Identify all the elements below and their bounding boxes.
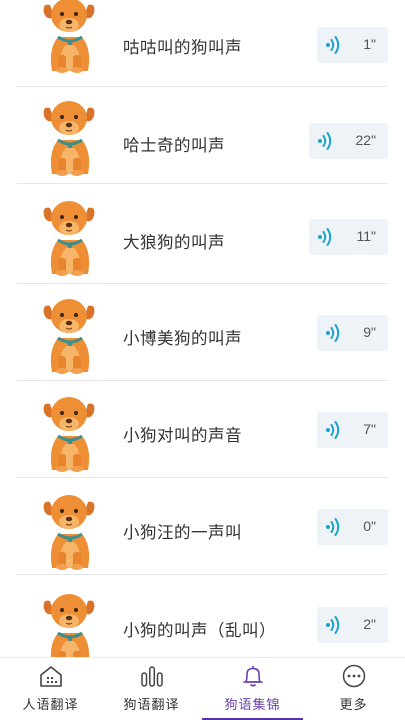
list-item[interactable]: 小博美狗的叫声 9" bbox=[0, 284, 405, 381]
play-sound-button[interactable]: 2" bbox=[317, 607, 388, 643]
tab-label: 更多 bbox=[339, 698, 368, 713]
divider bbox=[17, 183, 388, 184]
sound-title: 咕咕叫的狗叫声 bbox=[123, 38, 242, 57]
sound-wave-icon bbox=[324, 615, 344, 635]
list-item[interactable]: 小狗汪的一声叫 0" bbox=[0, 478, 405, 575]
dog-thumbnail bbox=[38, 96, 100, 176]
list-item[interactable]: 大狼狗的叫声 11" bbox=[0, 187, 405, 284]
sound-duration: 7" bbox=[363, 421, 376, 437]
tab-human-translate[interactable]: 人语翻译 bbox=[0, 658, 101, 720]
list-item[interactable]: 小狗的叫声（乱叫） 2" bbox=[0, 575, 405, 657]
play-sound-button[interactable]: 1" bbox=[317, 27, 388, 63]
play-sound-button[interactable]: 11" bbox=[309, 219, 388, 255]
sound-title: 哈士奇的叫声 bbox=[123, 136, 225, 155]
dog-thumbnail bbox=[38, 294, 100, 374]
play-sound-button[interactable]: 22" bbox=[309, 123, 388, 159]
sound-title: 小狗的叫声（乱叫） bbox=[123, 621, 276, 640]
sound-duration: 0" bbox=[363, 518, 376, 534]
tab-label: 狗语集锦 bbox=[224, 698, 281, 713]
sound-title: 大狼狗的叫声 bbox=[123, 233, 225, 252]
sound-wave-icon bbox=[316, 227, 336, 247]
sound-wave-icon bbox=[324, 420, 344, 440]
sound-duration: 1" bbox=[363, 36, 376, 52]
sound-wave-icon bbox=[324, 517, 344, 537]
sound-wave-icon bbox=[324, 323, 344, 343]
tab-dog-translate[interactable]: 狗语翻译 bbox=[101, 658, 202, 720]
list-item[interactable]: 哈士奇的叫声 22" bbox=[0, 87, 405, 184]
tab-label: 狗语翻译 bbox=[123, 698, 180, 713]
sound-wave-icon bbox=[324, 35, 344, 55]
dog-sound-list: 咕咕叫的狗叫声 1" 哈士奇的叫声 22" 大狼狗的叫声 11" 小博美狗的叫声… bbox=[0, 0, 405, 657]
bottom-tab-bar: 人语翻译 狗语翻译 狗语集锦 更多 bbox=[0, 657, 405, 720]
sound-bars-icon bbox=[141, 666, 163, 687]
dog-thumbnail bbox=[38, 0, 100, 73]
tab-more[interactable]: 更多 bbox=[303, 658, 404, 720]
bell-icon bbox=[243, 666, 263, 687]
more-icon bbox=[342, 664, 366, 688]
dog-thumbnail bbox=[38, 392, 100, 472]
tab-dog-collection[interactable]: 狗语集锦 bbox=[202, 658, 303, 720]
play-sound-button[interactable]: 0" bbox=[317, 509, 388, 545]
sound-title: 小狗对叫的声音 bbox=[123, 426, 242, 445]
dog-thumbnail bbox=[38, 196, 100, 276]
tab-label: 人语翻译 bbox=[22, 698, 79, 713]
sound-duration: 22" bbox=[355, 132, 376, 148]
sound-wave-icon bbox=[316, 131, 336, 151]
sound-duration: 9" bbox=[363, 324, 376, 340]
sound-title: 小博美狗的叫声 bbox=[123, 329, 242, 348]
dog-thumbnail bbox=[38, 490, 100, 570]
dog-thumbnail bbox=[38, 589, 100, 657]
list-item[interactable]: 小狗对叫的声音 7" bbox=[0, 381, 405, 478]
house-icon bbox=[40, 666, 62, 687]
play-sound-button[interactable]: 7" bbox=[317, 412, 388, 448]
list-item[interactable]: 咕咕叫的狗叫声 1" bbox=[0, 0, 405, 87]
play-sound-button[interactable]: 9" bbox=[317, 315, 388, 351]
sound-duration: 2" bbox=[363, 616, 376, 632]
sound-title: 小狗汪的一声叫 bbox=[123, 523, 242, 542]
sound-duration: 11" bbox=[356, 228, 376, 244]
